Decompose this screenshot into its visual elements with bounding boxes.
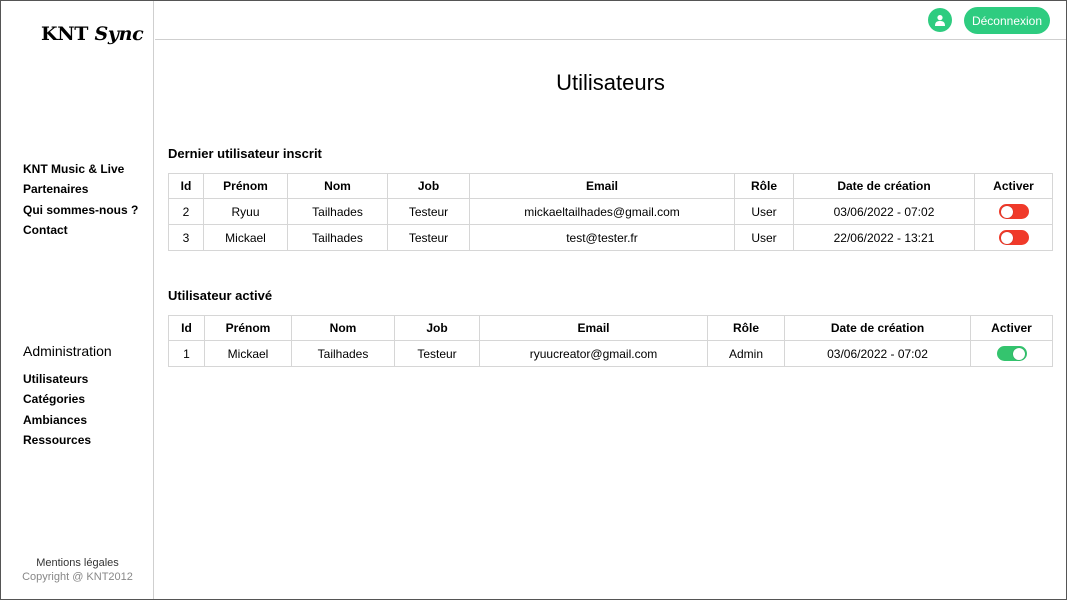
cell-date: 03/06/2022 - 07:02 (793, 198, 975, 225)
table-header-row: Id Prénom Nom Job Email Rôle Date de cré… (168, 315, 1053, 341)
cell-job: Testeur (394, 340, 480, 367)
logo-script: Sync (94, 23, 144, 45)
cell-id: 2 (168, 198, 204, 225)
cell-role: User (734, 224, 794, 251)
cell-date: 03/06/2022 - 07:02 (784, 340, 971, 367)
column-header-activer: Activer (974, 173, 1053, 199)
latest-users-table: Id Prénom Nom Job Email Rôle Date de cré… (168, 173, 1053, 251)
cell-email: ryuucreator@gmail.com (479, 340, 708, 367)
column-header-nom: Nom (287, 173, 388, 199)
logo[interactable]: KNT Sync (41, 23, 144, 45)
activate-toggle[interactable] (996, 346, 1027, 362)
cell-prenom: Ryuu (203, 198, 288, 225)
cell-activer (974, 224, 1053, 251)
column-header-id: Id (168, 315, 205, 341)
user-avatar-button[interactable] (928, 8, 952, 32)
cell-activer (974, 198, 1053, 225)
cell-role: Admin (707, 340, 785, 367)
cell-prenom: Mickael (203, 224, 288, 251)
column-header-date: Date de création (784, 315, 971, 341)
toggle-knob (1000, 205, 1013, 218)
table-header-row: Id Prénom Nom Job Email Rôle Date de cré… (168, 173, 1053, 199)
cell-prenom: Mickael (204, 340, 292, 367)
admin-nav-ressources[interactable]: Ressources (23, 430, 91, 450)
toggle-knob (1012, 347, 1025, 360)
active-users-table: Id Prénom Nom Job Email Rôle Date de cré… (168, 315, 1053, 367)
cell-email: test@tester.fr (469, 224, 735, 251)
admin-nav-categories[interactable]: Catégories (23, 389, 91, 409)
cell-job: Testeur (387, 198, 470, 225)
column-header-role: Rôle (734, 173, 794, 199)
column-header-prenom: Prénom (203, 173, 288, 199)
cell-email: mickaeltailhades@gmail.com (469, 198, 735, 225)
column-header-email: Email (469, 173, 735, 199)
user-icon (935, 15, 945, 26)
cell-id: 3 (168, 224, 204, 251)
column-header-email: Email (479, 315, 708, 341)
cell-nom: Tailhades (287, 224, 388, 251)
admin-nav: Utilisateurs Catégories Ambiances Ressou… (23, 369, 91, 451)
nav-item-partenaires[interactable]: Partenaires (23, 179, 138, 199)
main-nav: KNT Music & Live Partenaires Qui sommes-… (23, 159, 138, 241)
sidebar: KNT Sync KNT Music & Live Partenaires Qu… (1, 1, 154, 599)
column-header-date: Date de création (793, 173, 975, 199)
column-header-activer: Activer (970, 315, 1053, 341)
nav-item-qui-sommes-nous[interactable]: Qui sommes-nous ? (23, 200, 138, 220)
cell-activer (970, 340, 1053, 367)
column-header-job: Job (394, 315, 480, 341)
cell-nom: Tailhades (287, 198, 388, 225)
footer-legal-link[interactable]: Mentions légales (1, 557, 154, 569)
active-users-title: Utilisateur activé (168, 288, 273, 303)
cell-id: 1 (168, 340, 205, 367)
logo-main: KNT (41, 23, 89, 45)
latest-users-title: Dernier utilisateur inscrit (168, 146, 322, 161)
admin-section-title: Administration (23, 343, 112, 359)
page-title: Utilisateurs (556, 70, 665, 95)
table-row: 3 Mickael Tailhades Testeur test@tester.… (168, 224, 1053, 251)
column-header-nom: Nom (291, 315, 395, 341)
topbar: Déconnexion (155, 1, 1066, 40)
column-header-prenom: Prénom (204, 315, 292, 341)
nav-item-contact[interactable]: Contact (23, 220, 138, 240)
cell-role: User (734, 198, 794, 225)
column-header-id: Id (168, 173, 204, 199)
column-header-role: Rôle (707, 315, 785, 341)
activate-toggle[interactable] (998, 204, 1029, 220)
cell-job: Testeur (387, 224, 470, 251)
column-header-job: Job (387, 173, 470, 199)
table-row: 2 Ryuu Tailhades Testeur mickaeltailhade… (168, 198, 1053, 225)
admin-nav-utilisateurs[interactable]: Utilisateurs (23, 369, 91, 389)
toggle-knob (1000, 231, 1013, 244)
admin-nav-ambiances[interactable]: Ambiances (23, 410, 91, 430)
footer-copyright: Copyright @ KNT2012 (22, 571, 133, 583)
table-row: 1 Mickael Tailhades Testeur ryuucreator@… (168, 340, 1053, 367)
logout-button[interactable]: Déconnexion (964, 7, 1050, 34)
nav-item-knt-music[interactable]: KNT Music & Live (23, 159, 138, 179)
cell-date: 22/06/2022 - 13:21 (793, 224, 975, 251)
activate-toggle[interactable] (998, 230, 1029, 246)
cell-nom: Tailhades (291, 340, 395, 367)
